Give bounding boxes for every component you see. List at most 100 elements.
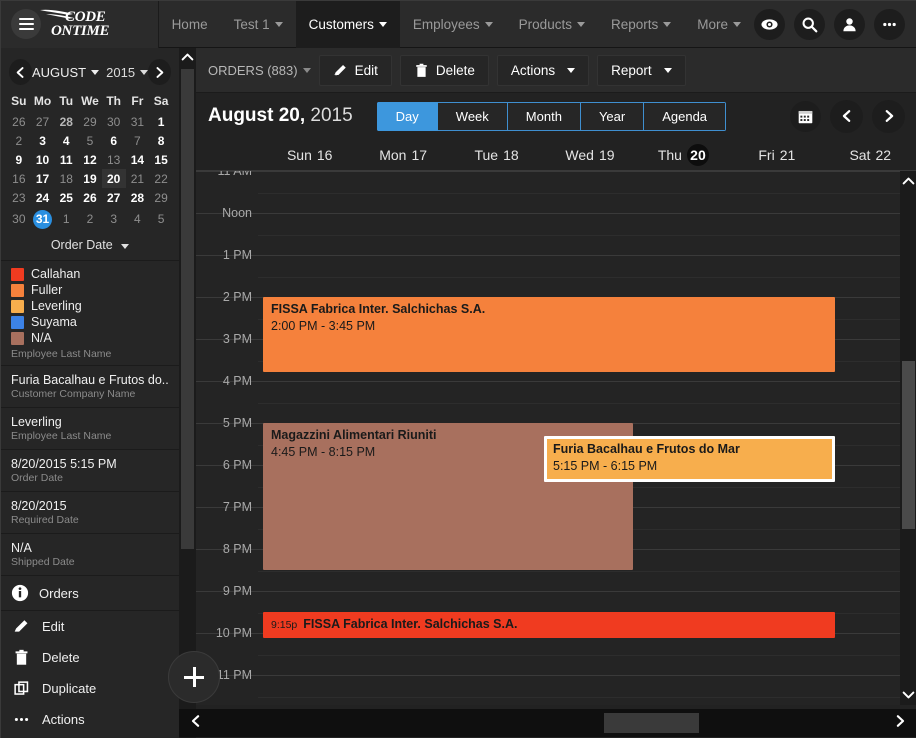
calendar-day-cell[interactable]: 26	[78, 188, 102, 207]
hamburger-icon[interactable]	[11, 9, 41, 39]
calendar-day-cell[interactable]: 15	[149, 150, 173, 169]
calendar-day-cell[interactable]: 24	[31, 188, 55, 207]
calendar-event[interactable]: Furia Bacalhau e Frutos do Mar 5:15 PM - …	[544, 436, 835, 482]
context-selector[interactable]: ORDERS (883)	[208, 63, 311, 78]
tab-agenda[interactable]: Agenda	[644, 101, 727, 131]
order-date-selector[interactable]: Order Date	[1, 231, 179, 261]
calendar-day-cell[interactable]: 10	[31, 150, 55, 169]
calendar-day-cell[interactable]: 4	[126, 207, 150, 231]
mini-cal-prev-button[interactable]	[9, 59, 32, 85]
day-header[interactable]: Thu 20	[637, 143, 730, 166]
report-button[interactable]: Report	[597, 54, 686, 86]
calendar-day-cell[interactable]: 6	[102, 131, 126, 150]
calendar-day-cell[interactable]: 22	[149, 169, 173, 188]
calendar-day-cell[interactable]: 2	[78, 207, 102, 231]
calendar-day-cell[interactable]: 14	[126, 150, 150, 169]
calendar-icon[interactable]	[790, 100, 821, 132]
ellipsis-icon[interactable]	[874, 8, 905, 40]
hscroll-right-button[interactable]	[893, 713, 907, 734]
legend-item[interactable]: Callahan	[11, 267, 179, 281]
calendar-day-cell[interactable]: 20	[101, 169, 126, 188]
tab-week[interactable]: Week	[437, 101, 508, 131]
actions-button[interactable]: Actions	[496, 54, 590, 86]
calendar-prev-button[interactable]	[830, 99, 863, 133]
calendar-day-cell[interactable]: 18	[54, 169, 78, 188]
calendar-day-cell[interactable]: 8	[149, 131, 173, 150]
month-selector[interactable]: AUGUST	[32, 65, 100, 80]
calendar-day-cell[interactable]: 1	[54, 207, 78, 231]
calendar-day-cell[interactable]: 17	[31, 169, 55, 188]
detail-field[interactable]: 8/20/2015 5:15 PM Order Date	[1, 450, 179, 492]
orders-section-header[interactable]: Orders	[1, 576, 179, 611]
calendar-day-cell[interactable]: 21	[126, 169, 150, 188]
calendar-day-cell[interactable]: 1	[149, 112, 173, 131]
calendar-event[interactable]: 9:15p FISSA Fabrica Inter. Salchichas S.A…	[263, 612, 835, 638]
nav-item-test-1[interactable]: Test 1	[221, 1, 296, 48]
nav-item-more[interactable]: More	[684, 1, 754, 48]
calendar-day-cell[interactable]: 28	[126, 188, 150, 207]
legend-item[interactable]: Leverling	[11, 299, 179, 313]
calendar-day-cell[interactable]: 9	[7, 150, 31, 169]
detail-field[interactable]: Furia Bacalhau e Frutos do... Customer Co…	[1, 366, 179, 408]
legend-item[interactable]: Fuller	[11, 283, 179, 297]
sidebar-menu-item-duplicate[interactable]: Duplicate	[1, 673, 179, 704]
calendar-day-cell[interactable]: 30	[102, 112, 126, 131]
search-icon[interactable]	[794, 8, 825, 40]
calendar-day-cell[interactable]: 3	[31, 131, 55, 150]
nav-item-customers[interactable]: Customers	[295, 0, 400, 48]
calendar-day-cell[interactable]: 26	[7, 112, 31, 131]
calendar-day-cell[interactable]: 11	[54, 150, 78, 169]
calendar-day-cell[interactable]: 16	[7, 169, 31, 188]
calendar-day-cell[interactable]: 29	[78, 112, 102, 131]
sidebar-scrollbar[interactable]	[179, 48, 196, 738]
detail-field[interactable]: 8/20/2015 Required Date	[1, 492, 179, 534]
delete-button[interactable]: Delete	[399, 54, 489, 86]
detail-field[interactable]: N/A Shipped Date	[1, 534, 179, 576]
calendar-day-cell[interactable]: 4	[54, 131, 78, 150]
nav-item-employees[interactable]: Employees	[400, 1, 506, 48]
day-header[interactable]: Sat 22	[824, 147, 916, 163]
calendar-day-cell[interactable]: 2	[7, 131, 31, 150]
user-icon[interactable]	[834, 8, 865, 40]
sidebar-menu-item-actions[interactable]: Actions	[1, 704, 179, 735]
calendar-day-cell[interactable]: 5	[78, 131, 102, 150]
calendar-day-cell[interactable]: 25	[54, 188, 78, 207]
calendar-day-cell[interactable]: 29	[149, 188, 173, 207]
tab-month[interactable]: Month	[507, 101, 581, 131]
calendar-scroll-thumb[interactable]	[902, 361, 915, 529]
calendar-day-cell[interactable]: 31	[126, 112, 150, 131]
day-header[interactable]: Mon 17	[356, 147, 449, 163]
day-header[interactable]: Sun 16	[263, 147, 356, 163]
calendar-day-cell[interactable]: 28	[54, 112, 78, 131]
nav-item-products[interactable]: Products	[506, 1, 598, 48]
nav-item-home[interactable]: Home	[159, 1, 221, 48]
eye-icon[interactable]	[754, 8, 785, 40]
calendar-day-cell[interactable]: 3	[102, 207, 126, 231]
add-record-button[interactable]	[168, 651, 220, 703]
calendar-vertical-scrollbar[interactable]	[900, 171, 916, 705]
edit-button[interactable]: Edit	[318, 54, 392, 86]
day-header[interactable]: Tue 18	[450, 147, 543, 163]
sidebar-menu-item-edit[interactable]: Edit	[1, 611, 179, 642]
legend-item[interactable]: N/A	[11, 331, 179, 345]
horizontal-scrollbar[interactable]	[179, 709, 916, 737]
calendar-scroll-down-button[interactable]	[900, 685, 916, 705]
year-selector[interactable]: 2015	[106, 65, 149, 80]
calendar-day-cell[interactable]: 23	[7, 188, 31, 207]
tab-day[interactable]: Day	[376, 101, 438, 131]
calendar-day-cell[interactable]: 30	[7, 207, 31, 231]
legend-item[interactable]: Suyama	[11, 315, 179, 329]
sidebar-menu-item-delete[interactable]: Delete	[1, 642, 179, 673]
hscroll-left-button[interactable]	[189, 713, 203, 734]
calendar-day-cell[interactable]: 13	[102, 150, 126, 169]
detail-field[interactable]: Leverling Employee Last Name	[1, 408, 179, 450]
nav-item-reports[interactable]: Reports	[598, 1, 684, 48]
calendar-day-cell[interactable]: 27	[102, 188, 126, 207]
sidebar-scroll-up-button[interactable]	[179, 48, 196, 66]
sidebar-scroll-thumb[interactable]	[181, 69, 194, 549]
day-header[interactable]: Fri 21	[730, 147, 823, 163]
mini-cal-next-button[interactable]	[148, 59, 171, 85]
calendar-day-cell[interactable]: 27	[31, 112, 55, 131]
calendar-event[interactable]: FISSA Fabrica Inter. Salchichas S.A. 2:00…	[263, 297, 835, 372]
calendar-day-cell[interactable]: 31	[31, 207, 55, 231]
